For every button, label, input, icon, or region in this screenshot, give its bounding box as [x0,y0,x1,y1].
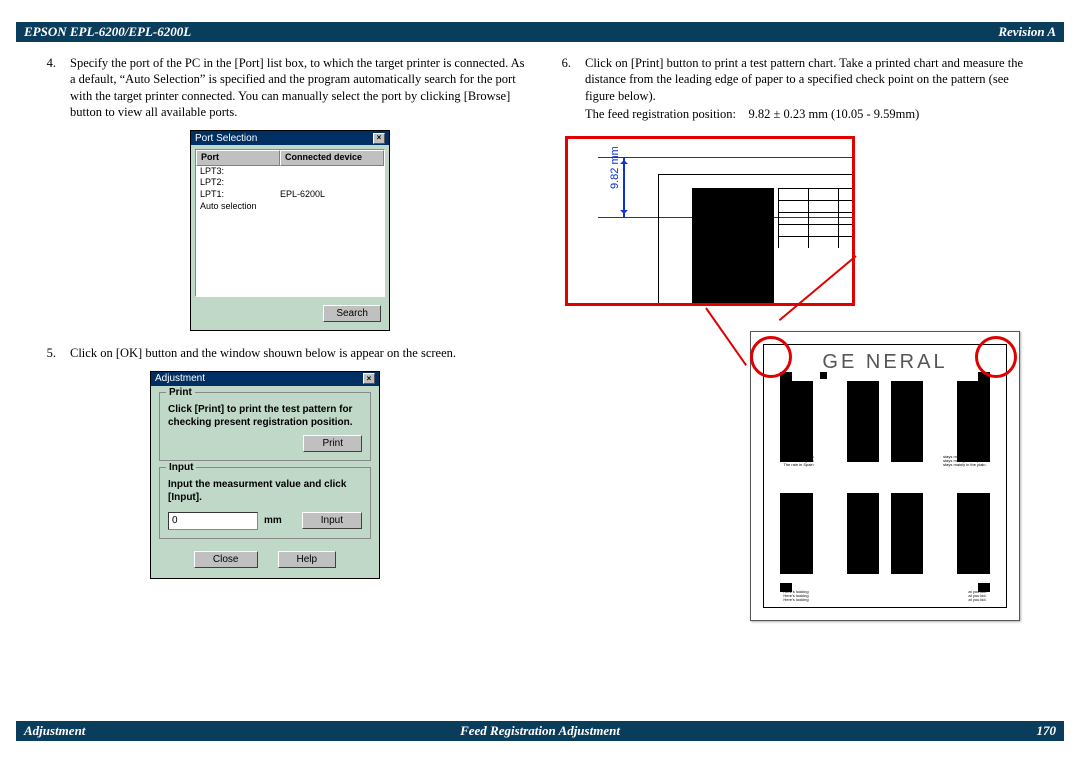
print-button[interactable]: Print [303,435,362,452]
col-port: Port [196,150,280,166]
input-button[interactable]: Input [302,512,362,529]
dialog-titlebar: Port Selection × [191,131,389,145]
header-right: Revision A [998,24,1056,40]
col-device: Connected device [280,150,384,166]
step-number: 5. [40,345,70,361]
measurement-label: 9.82 mm [608,146,622,189]
page-content: 4. Specify the port of the PC in the [Po… [40,55,1040,708]
right-column: 6. Click on [Print] button to print a te… [555,55,1040,708]
step-text: Click on [Print] button to print a test … [585,55,1040,122]
input-fieldset: Input Input the measurment value and cli… [159,467,371,539]
dialog-title: Adjustment [155,372,205,385]
list-item[interactable]: LPT2: [196,177,384,189]
list-item[interactable]: LPT1:EPL-6200L [196,189,384,201]
dialog-title: Port Selection [195,132,257,145]
highlight-circle-icon [750,336,792,378]
dialog-titlebar: Adjustment × [151,372,379,386]
unit-label: mm [264,514,282,527]
search-button[interactable]: Search [323,305,381,322]
header-left: EPSON EPL-6200/EPL-6200L [24,24,191,40]
connector-line-icon [705,307,747,365]
footer-center: Feed Registration Adjustment [460,723,620,739]
step-number: 4. [40,55,70,120]
step-text: Specify the port of the PC in the [Port]… [70,55,525,120]
close-icon[interactable]: × [363,373,375,384]
print-fieldset: Print Click [Print] to print the test pa… [159,392,371,461]
left-column: 4. Specify the port of the PC in the [Po… [40,55,525,708]
list-header: Port Connected device [196,150,384,166]
step-text: Click on [OK] button and the window shou… [70,345,525,361]
step-number: 6. [555,55,585,122]
spec-value: The feed registration position: 9.82 ± 0… [585,106,1040,122]
port-list[interactable]: Port Connected device LPT3: LPT2: LPT1:E… [195,149,385,297]
zoom-callout: 9.82 mm [565,136,855,306]
print-instruction: Click [Print] to print the test pattern … [168,403,362,429]
step-4: 4. Specify the port of the PC in the [Po… [40,55,525,120]
test-pattern-chart: GE NERAL [750,331,1020,621]
list-item[interactable]: LPT3: [196,166,384,178]
list-body: LPT3: LPT2: LPT1:EPL-6200L Auto selectio… [196,166,384,296]
input-instruction: Input the measurment value and click [In… [168,478,362,504]
adjustment-dialog: Adjustment × Print Click [Print] to prin… [150,371,380,579]
port-selection-dialog: Port Selection × Port Connected device L… [190,130,390,331]
close-icon[interactable]: × [373,133,385,144]
header-bar: EPSON EPL-6200/EPL-6200L Revision A [16,22,1064,42]
step-5: 5. Click on [OK] button and the window s… [40,345,525,361]
help-button[interactable]: Help [278,551,337,568]
step-6: 6. Click on [Print] button to print a te… [555,55,1040,122]
figure: 9.82 mm [555,136,1040,626]
measurement-input[interactable]: 0 [168,512,258,530]
input-legend: Input [166,461,196,474]
print-legend: Print [166,386,195,399]
footer-right: 170 [1037,723,1057,739]
highlight-circle-icon [975,336,1017,378]
measurement-arrow-icon [623,157,625,217]
footer-bar: Adjustment Feed Registration Adjustment … [16,721,1064,741]
close-button[interactable]: Close [194,551,258,568]
list-item[interactable]: Auto selection [196,201,384,213]
footer-left: Adjustment [24,723,85,739]
